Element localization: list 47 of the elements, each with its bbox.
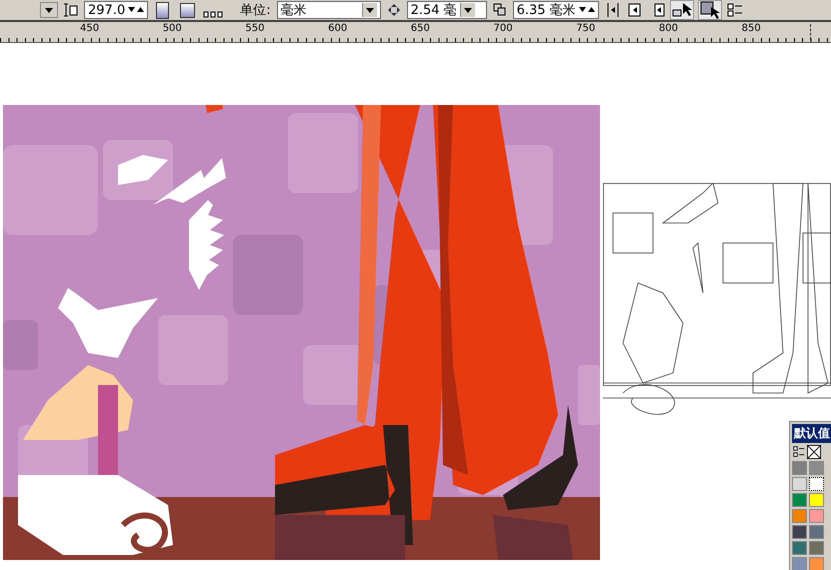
landscape-button[interactable] [178,0,196,20]
pointer-icon[interactable] [670,1,693,19]
dropdown-arrow-button[interactable] [40,2,58,18]
color-swatch[interactable] [792,525,807,539]
caret-icon[interactable] [366,8,374,12]
paper-height-field[interactable]: 297.0 [84,1,148,19]
nudge-icon [386,3,401,17]
duplicate-offset-field[interactable]: 6.35 毫米 [512,1,599,19]
ruler-label: 550 [245,23,264,35]
palette-title: 默认值 [792,424,831,443]
align-icon[interactable] [604,3,621,17]
color-swatch[interactable] [792,477,807,491]
caret-icon [45,8,53,13]
color-swatch[interactable] [809,477,824,491]
color-swatch[interactable] [809,493,824,507]
caret-icon[interactable] [464,8,472,12]
color-swatch[interactable] [809,461,824,475]
ruler-label: 850 [742,23,761,35]
spin-arrows-icon[interactable] [578,7,595,13]
color-swatch[interactable] [809,525,824,539]
color-swatch[interactable] [792,461,807,475]
palette-menu-icon[interactable] [792,445,806,459]
color-swatch[interactable] [809,541,824,555]
ruler-label: 650 [410,23,430,35]
no-color-swatch[interactable] [807,445,821,459]
spin-arrows-icon[interactable] [128,7,144,13]
ruler-label: 750 [576,23,596,35]
nudge-field[interactable]: 2.54 毫 [406,1,487,19]
ruler-label: 800 [658,23,678,35]
pointer-icon[interactable] [698,1,721,19]
color-swatch[interactable] [792,493,807,507]
unit-dropdown[interactable]: 毫米 [276,1,381,19]
color-swatch[interactable] [792,557,807,570]
checklist-icon[interactable] [726,2,743,18]
color-swatch[interactable] [792,541,807,555]
cursor-guide [810,24,811,40]
ruler-label: 450 [80,23,100,35]
color-swatch[interactable] [792,509,807,523]
ruler-label: 500 [162,23,182,35]
height-icon [64,3,78,17]
align-icon[interactable] [626,3,643,17]
color-swatch[interactable] [809,557,824,570]
offset-icon [492,3,507,17]
color-swatch[interactable] [809,509,824,523]
ruler-label: 600 [328,23,348,35]
ruler-label: 700 [494,23,513,35]
unit-label: 单位: [240,2,271,19]
